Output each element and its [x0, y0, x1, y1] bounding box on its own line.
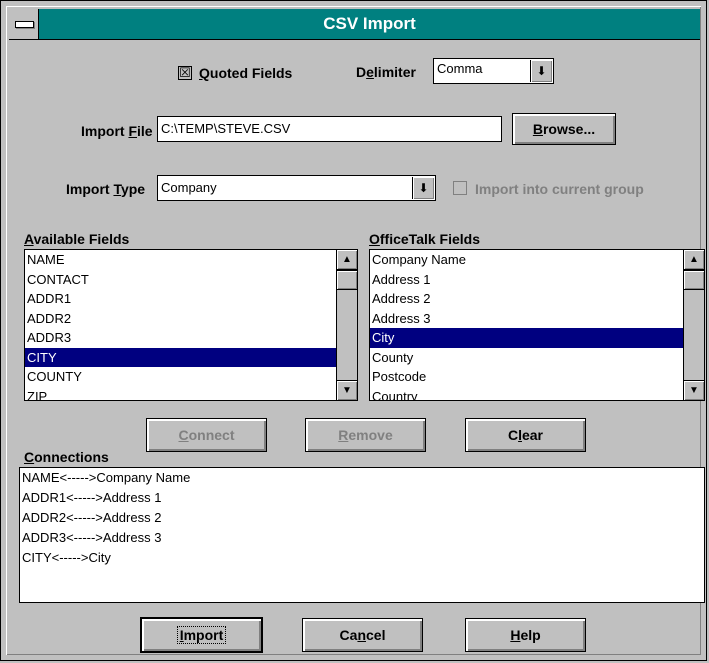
label-accelerator: C — [24, 449, 35, 465]
label-accelerator: F — [128, 123, 138, 139]
arrow-down-icon[interactable]: ▼ — [337, 380, 357, 400]
quoted-fields-checkbox[interactable]: ☒ — [178, 66, 192, 80]
available-field-item[interactable]: CONTACT — [25, 270, 357, 290]
button-label-part: C — [507, 427, 519, 443]
available-fields-list[interactable]: NAME CONTACT ADDR1 ADDR2 ADDR3 CITY COUNTY ZIP … — [24, 249, 358, 401]
available-field-item[interactable]: ADDR3 — [25, 328, 357, 348]
connection-item[interactable]: NAME<----->Company Name — [20, 468, 704, 488]
officetalk-fields-list[interactable]: Company Name Address 1 Address 2 Address 3C… — [369, 249, 705, 401]
available-field-item[interactable]: ADDR1 — [25, 289, 357, 309]
label-accelerator: A — [24, 231, 34, 247]
title-bar[interactable]: CSV Import — [9, 9, 700, 40]
connections-heading: Connections — [24, 449, 109, 465]
button-label-part: emove — [348, 427, 393, 443]
connection-item[interactable]: CITY<----->City — [20, 548, 704, 568]
available-field-item[interactable]: ZIP — [25, 387, 357, 401]
officetalk-field-item[interactable]: Address 3 — [370, 309, 704, 329]
officetalk-field-item[interactable]: Address 1 — [370, 270, 704, 290]
button-label-part: ear — [521, 427, 544, 443]
checkbox-checked-icon: ☒ — [179, 65, 191, 80]
button-accelerator: n — [357, 627, 366, 643]
connection-item[interactable]: ADDR2<----->Address 2 — [20, 508, 704, 528]
available-field-item[interactable]: CITY — [25, 347, 357, 367]
arrow-up-icon[interactable]: ▲ — [684, 250, 704, 270]
import-into-current-group-checkbox[interactable] — [453, 181, 467, 195]
available-fields-scrollbar[interactable]: ▲ ▼ — [336, 250, 357, 400]
officetalk-fields-scrollbar[interactable]: ▲ ▼ — [683, 250, 704, 400]
officetalk-fields-heading: OfficeTalk Fields — [369, 231, 480, 247]
import-button-focus: Import — [176, 626, 227, 644]
label-part: fficeTalk Fields — [379, 231, 480, 247]
button-accelerator: R — [338, 427, 349, 443]
button-label-part: cel — [366, 627, 386, 643]
help-button[interactable]: Help — [465, 618, 586, 652]
quoted-fields-label: Quoted Fields — [199, 65, 292, 81]
officetalk-field-item[interactable]: Company Name — [370, 250, 704, 270]
button-accelerator: H — [510, 627, 521, 643]
label-accelerator: O — [369, 231, 380, 247]
delimiter-value: Comma — [437, 61, 483, 76]
button-label-part: elp — [520, 627, 541, 643]
import-button[interactable]: Import — [140, 617, 263, 653]
label-part: onnections — [34, 449, 109, 465]
label-part: limiter — [373, 64, 416, 80]
cancel-button[interactable]: Ca n cel — [302, 618, 423, 652]
available-field-item[interactable]: ADDR2 — [25, 309, 357, 329]
window-title: CSV Import — [323, 14, 416, 33]
scroll-thumb[interactable] — [684, 270, 704, 290]
connection-item[interactable]: ADDR3<----->Address 3 — [20, 528, 704, 548]
available-field-item[interactable]: COUNTY — [25, 367, 357, 387]
connect-button[interactable]: Connect — [146, 418, 267, 452]
officetalk-field-item[interactable]: Postcode — [370, 367, 704, 387]
button-accelerator: C — [178, 427, 189, 443]
delimiter-select[interactable]: Comma ⬇ — [433, 58, 554, 84]
available-field-item[interactable]: NAME — [25, 250, 357, 270]
label-part: vailable Fields — [33, 231, 130, 247]
label-part: Import — [81, 123, 129, 139]
label-accelerator: T — [113, 181, 121, 197]
available-fields-heading: Available Fields — [24, 231, 129, 247]
button-label-part: mport — [183, 627, 224, 643]
arrow-up-icon[interactable]: ▲ — [337, 250, 357, 270]
csv-import-dialog: CSV Import ☒ Quoted Fields Delimiter Com… — [0, 0, 707, 661]
delimiter-label: Delimiter — [356, 64, 416, 80]
officetalk-field-item[interactable]: County — [370, 348, 704, 368]
officetalk-fields-items: Company Name Address 1 Address 2 Address 3C… — [370, 250, 704, 401]
system-menu-button[interactable] — [9, 9, 39, 39]
remove-button[interactable]: Remove — [305, 418, 426, 452]
button-label-part: rowse... — [542, 121, 596, 137]
label-part: D — [356, 64, 367, 80]
arrow-down-icon[interactable]: ⬇ — [530, 60, 552, 82]
officetalk-field-item[interactable]: City — [370, 328, 704, 348]
connections-list[interactable]: NAME<----->Company Name ADDR1<----->Addre… — [19, 467, 705, 603]
label-part: Import — [66, 181, 114, 197]
label-accelerator: e — [366, 64, 374, 80]
button-label-part: onnect — [188, 427, 235, 443]
scroll-thumb[interactable] — [337, 270, 357, 290]
label-part: ile — [137, 123, 153, 139]
connections-items: NAME<----->Company Name ADDR1<----->Addre… — [20, 468, 704, 568]
label-part: ype — [120, 181, 146, 197]
import-file-label: Import File — [81, 123, 153, 139]
arrow-down-icon[interactable]: ⬇ — [412, 177, 434, 199]
button-accelerator: B — [532, 121, 543, 137]
import-type-label: Import Type — [66, 181, 145, 197]
import-file-input[interactable]: C:\TEMP\STEVE.CSV — [157, 116, 502, 142]
button-label-part: Ca — [339, 627, 358, 643]
import-type-select[interactable]: Company ⬇ — [157, 175, 436, 201]
label-accelerator: Q — [199, 65, 210, 81]
officetalk-field-item[interactable]: Country — [370, 387, 704, 401]
available-fields-items: NAME CONTACT ADDR1 ADDR2 ADDR3 CITY COUNTY ZIP — [25, 250, 357, 401]
clear-button[interactable]: Cl ear — [465, 418, 586, 452]
officetalk-field-item[interactable]: Address 2 — [370, 289, 704, 309]
label-part: uoted Fields — [209, 65, 293, 81]
browse-button[interactable]: Browse... — [512, 113, 616, 145]
arrow-down-icon[interactable]: ▼ — [684, 380, 704, 400]
connection-item[interactable]: ADDR1<----->Address 1 — [20, 488, 704, 508]
import-into-current-group-label: Import into current group — [475, 181, 644, 197]
import-type-value: Company — [161, 180, 217, 195]
system-menu-icon — [15, 21, 34, 28]
